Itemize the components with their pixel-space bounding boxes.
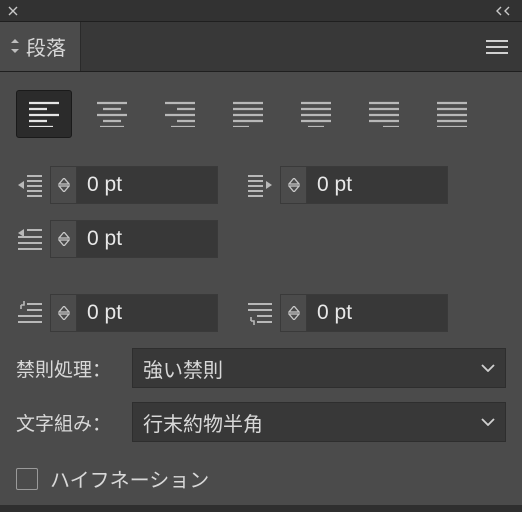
close-icon[interactable] <box>8 6 18 16</box>
stepper-arrows[interactable] <box>281 167 307 203</box>
justify-last-center-icon <box>301 101 331 127</box>
space-after-stepper[interactable] <box>280 294 448 332</box>
kinsoku-row: 禁則処理： 強い禁則 <box>16 348 506 388</box>
space-after-input[interactable] <box>307 295 447 331</box>
stepper-arrows[interactable] <box>51 221 77 257</box>
first-line-indent-icon <box>16 227 44 251</box>
hyphenation-row: ハイフネーション <box>16 464 506 493</box>
space-after-icon <box>246 301 274 325</box>
left-indent-stepper[interactable] <box>50 166 218 204</box>
stepper-arrows[interactable] <box>51 167 77 203</box>
left-indent-input[interactable] <box>77 167 217 203</box>
first-line-indent-input[interactable] <box>77 221 217 257</box>
first-line-indent-stepper[interactable] <box>50 220 218 258</box>
hyphenation-checkbox[interactable] <box>16 468 38 490</box>
chevron-down-icon <box>481 418 495 426</box>
justify-last-center-button[interactable] <box>288 90 344 138</box>
mojikumi-row: 文字組み： 行末約物半角 <box>16 402 506 442</box>
align-left-button[interactable] <box>16 90 72 138</box>
panel-menu-button[interactable] <box>472 22 522 71</box>
right-indent-icon <box>246 173 274 197</box>
justify-last-right-button[interactable] <box>356 90 412 138</box>
tab-row: 段落 <box>0 22 522 72</box>
justify-last-left-button[interactable] <box>220 90 276 138</box>
stepper-arrows[interactable] <box>281 295 307 331</box>
kinsoku-value: 強い禁則 <box>143 354 223 383</box>
space-before-input[interactable] <box>77 295 217 331</box>
align-right-icon <box>165 101 195 127</box>
titlebar <box>0 0 522 22</box>
left-indent-icon <box>16 173 44 197</box>
right-indent-stepper[interactable] <box>280 166 448 204</box>
right-indent-field <box>246 166 448 204</box>
kinsoku-select[interactable]: 強い禁則 <box>132 348 506 388</box>
hamburger-icon <box>486 39 508 55</box>
space-before-stepper[interactable] <box>50 294 218 332</box>
align-left-icon <box>29 101 59 127</box>
mojikumi-label: 文字組み： <box>16 409 120 436</box>
justify-last-right-icon <box>369 101 399 127</box>
hyphenation-label: ハイフネーション <box>50 464 209 493</box>
first-line-indent-field <box>16 220 218 258</box>
paragraph-panel: 禁則処理： 強い禁則 文字組み： 行末約物半角 ハイフネーション <box>0 72 522 505</box>
tab-label: 段落 <box>26 32 66 61</box>
align-center-icon <box>97 101 127 127</box>
space-before-field <box>16 294 218 332</box>
space-before-icon <box>16 301 44 325</box>
mojikumi-select[interactable]: 行末約物半角 <box>132 402 506 442</box>
alignment-row <box>16 90 506 138</box>
stepper-arrows[interactable] <box>51 295 77 331</box>
collapse-icon[interactable] <box>496 6 514 16</box>
chevron-down-icon <box>481 364 495 372</box>
space-after-field <box>246 294 448 332</box>
tab-paragraph[interactable]: 段落 <box>0 22 81 71</box>
align-center-button[interactable] <box>84 90 140 138</box>
justify-all-button[interactable] <box>424 90 480 138</box>
justify-all-icon <box>437 101 467 127</box>
justify-last-left-icon <box>233 101 263 127</box>
right-indent-input[interactable] <box>307 167 447 203</box>
align-right-button[interactable] <box>152 90 208 138</box>
left-indent-field <box>16 166 218 204</box>
mojikumi-value: 行末約物半角 <box>143 408 263 437</box>
drag-handle-icon <box>10 38 20 56</box>
kinsoku-label: 禁則処理： <box>16 355 120 382</box>
